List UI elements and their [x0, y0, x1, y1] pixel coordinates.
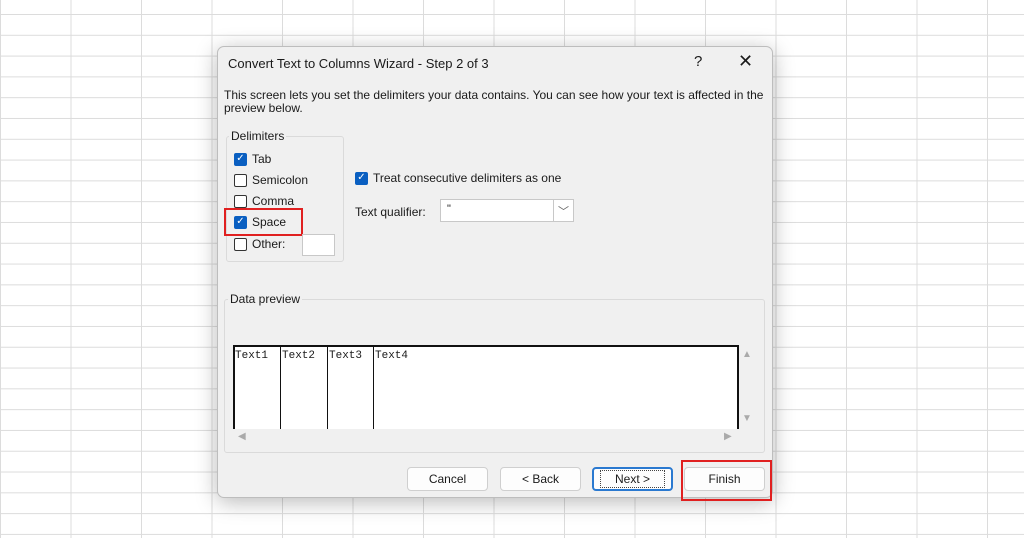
preview-column: Text3	[328, 347, 374, 429]
semicolon-label: Semicolon	[252, 173, 309, 187]
consecutive-label: Treat consecutive delimiters as one	[373, 171, 562, 185]
checkbox-unchecked-icon	[234, 173, 247, 187]
next-button[interactable]: Next >	[592, 467, 673, 491]
text-qualifier-select[interactable]: " ﹀	[440, 199, 574, 222]
data-preview-label: Data preview	[228, 292, 303, 306]
text-qualifier-value: "	[447, 203, 451, 215]
finish-highlight-box	[681, 460, 772, 501]
help-button[interactable]: ?	[694, 53, 702, 70]
checkbox-unchecked-icon	[234, 237, 247, 251]
dialog-title: Convert Text to Columns Wizard - Step 2 …	[228, 56, 489, 71]
cancel-button[interactable]: Cancel	[407, 467, 488, 491]
semicolon-checkbox[interactable]: Semicolon	[234, 173, 308, 187]
consecutive-delimiters-checkbox[interactable]: ✓ Treat consecutive delimiters as one	[355, 171, 561, 185]
tab-label: Tab	[252, 152, 272, 166]
chevron-down-icon: ﹀	[553, 200, 573, 221]
checkbox-checked-icon: ✓	[234, 152, 247, 166]
space-highlight-box	[224, 208, 303, 236]
scroll-left-icon[interactable]: ◀	[238, 431, 246, 442]
other-label: Other:	[252, 237, 286, 251]
scroll-down-icon[interactable]: ▼	[742, 413, 752, 424]
comma-label: Comma	[252, 194, 295, 208]
data-preview-table: Text1 Text2 Text3 Text4	[233, 345, 739, 429]
preview-column: Text1	[235, 347, 281, 429]
close-button[interactable]: ✕	[738, 51, 753, 72]
other-delimiter-input[interactable]	[302, 234, 335, 256]
dialog-description: This screen lets you set the delimiters …	[224, 88, 764, 115]
scroll-up-icon[interactable]: ▲	[742, 349, 752, 360]
scroll-right-icon[interactable]: ▶	[724, 431, 732, 442]
back-button[interactable]: < Back	[500, 467, 581, 491]
other-checkbox[interactable]: Other:	[234, 237, 285, 251]
checkbox-checked-icon: ✓	[355, 171, 368, 185]
tab-checkbox[interactable]: ✓ Tab	[234, 152, 271, 166]
text-qualifier-label: Text qualifier:	[355, 205, 426, 219]
next-label: Next >	[599, 470, 665, 488]
convert-text-to-columns-dialog: Convert Text to Columns Wizard - Step 2 …	[217, 46, 773, 501]
checkbox-unchecked-icon	[234, 194, 247, 208]
preview-column: Text4	[375, 350, 409, 362]
comma-checkbox[interactable]: Comma	[234, 194, 294, 208]
preview-column: Text2	[281, 347, 328, 429]
delimiters-label: Delimiters	[229, 129, 287, 143]
